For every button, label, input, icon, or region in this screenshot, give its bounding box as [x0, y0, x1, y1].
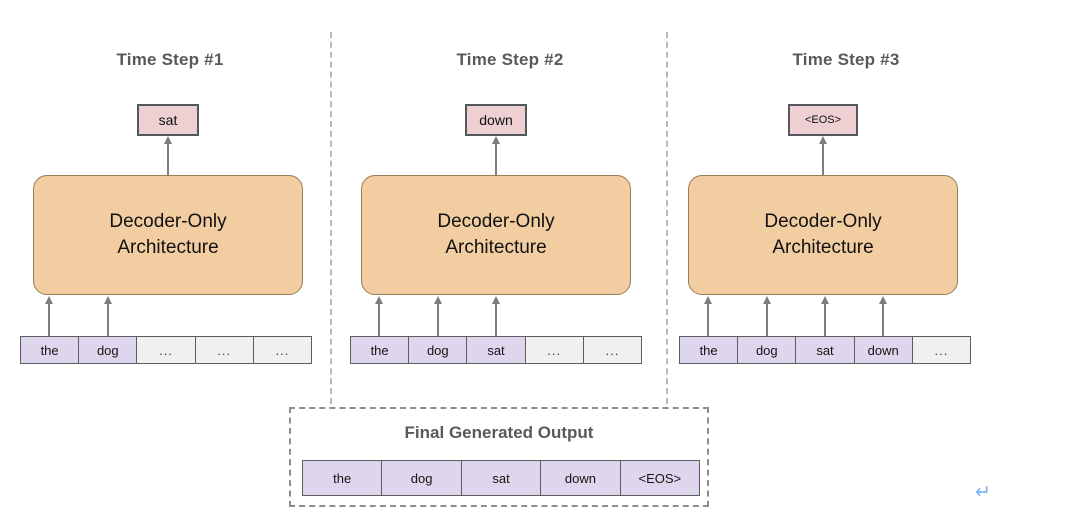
time-step-title: Time Step #3: [792, 50, 900, 69]
time-step-title: Time Step #1: [116, 50, 224, 69]
decoder-block-label: Decoder-Only Architecture: [437, 211, 555, 258]
final-output-token-row: the dog sat down <EOS>: [302, 460, 700, 496]
input-token-cell: dog: [738, 337, 797, 363]
input-arrow-icon: [492, 296, 500, 336]
predicted-token-box: down: [465, 104, 527, 136]
input-token-cell: ...: [137, 337, 196, 363]
final-output-token-cell: <EOS>: [620, 461, 700, 495]
decoder-block-label: Decoder-Only Architecture: [109, 211, 227, 258]
predicted-token-box: sat: [137, 104, 199, 136]
return-arrow-icon: ↵: [975, 482, 991, 503]
final-output-panel: Final Generated Output the dog sat down <EOS…: [289, 407, 709, 507]
time-step-column-3: Time Step #3 <EOS> Decoder-Only Architectu…: [676, 0, 1016, 380]
input-token-cell: the: [351, 337, 410, 363]
time-step-column-2: Time Step #2 down Decoder-Only Architectur…: [340, 0, 680, 380]
decoder-block: Decoder-Only Architecture: [688, 175, 958, 295]
final-output-token-cell: the: [303, 461, 383, 495]
predicted-token-box: <EOS>: [788, 104, 858, 136]
input-token-row: the dog sat down...: [679, 336, 971, 364]
output-arrow-icon: [819, 136, 827, 175]
input-token-cell: sat: [796, 337, 855, 363]
decoder-block: Decoder-Only Architecture: [361, 175, 631, 295]
decoder-block-label: Decoder-Only Architecture: [764, 211, 882, 258]
input-token-cell: ...: [253, 337, 312, 363]
final-output-token-cell: sat: [461, 461, 542, 495]
input-arrow-icon: [375, 296, 384, 336]
final-output-token-cell: down: [541, 461, 621, 495]
input-token-cell: ...: [195, 337, 254, 363]
input-token-row: the dog.........: [20, 336, 312, 364]
final-output-title: Final Generated Output: [404, 423, 594, 442]
input-token-cell: dog: [409, 337, 468, 363]
input-arrow-icon: [704, 296, 713, 336]
decoder-block: Decoder-Only Architecture: [33, 175, 303, 295]
output-arrow-icon: [492, 136, 500, 175]
time-step-column-1: Time Step #1 sat Decoder-Only Architecture…: [0, 0, 340, 380]
input-token-cell: the: [680, 337, 739, 363]
input-arrow-icon: [103, 296, 112, 336]
input-token-row: the dog sat......: [350, 336, 642, 364]
input-arrow-icon: [762, 296, 771, 336]
input-token-cell: the: [21, 337, 80, 363]
input-token-cell: ...: [525, 337, 584, 363]
final-output-token-cell: dog: [382, 461, 462, 495]
input-token-cell: ...: [912, 337, 971, 363]
diagram-canvas: Time Step #1 sat Decoder-Only Architecture…: [0, 0, 1080, 515]
time-step-title: Time Step #2: [456, 50, 564, 69]
input-arrow-icon: [433, 296, 442, 336]
output-arrow-icon: [164, 136, 172, 175]
input-token-cell: dog: [79, 337, 138, 363]
input-token-cell: sat: [467, 337, 526, 363]
input-arrow-icon: [45, 296, 54, 336]
input-arrow-icon: [879, 296, 888, 336]
input-token-cell: down: [854, 337, 913, 363]
input-arrow-icon: [821, 296, 829, 336]
input-token-cell: ...: [583, 337, 642, 363]
